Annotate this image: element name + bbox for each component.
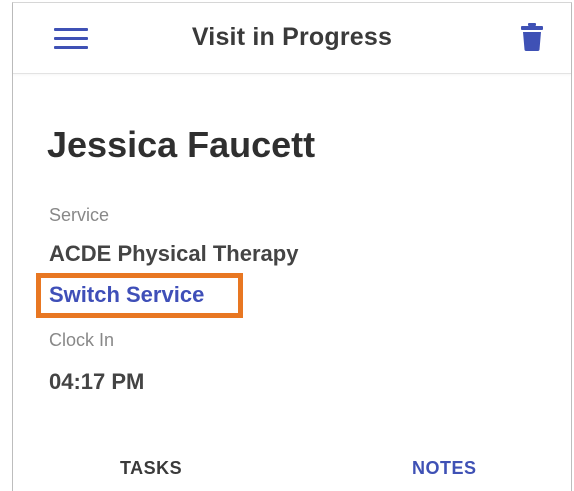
clock-in-value: 04:17 PM — [49, 369, 145, 394]
page-title: Visit in Progress — [191, 23, 393, 51]
tab-tasks[interactable]: TASKS — [120, 458, 182, 479]
service-value: ACDE Physical Therapy — [49, 241, 299, 266]
service-label: Service — [49, 205, 110, 225]
switch-service-link[interactable]: Switch Service — [49, 282, 204, 308]
client-name: Jessica Faucett — [47, 124, 316, 165]
tab-notes[interactable]: NOTES — [412, 458, 477, 479]
app-bar: Visit in Progress — [13, 3, 571, 74]
trash-icon[interactable] — [521, 23, 543, 51]
phone-screen: Visit in Progress Jessica Faucett Servic… — [12, 2, 572, 491]
clock-in-label: Clock In — [49, 330, 115, 350]
